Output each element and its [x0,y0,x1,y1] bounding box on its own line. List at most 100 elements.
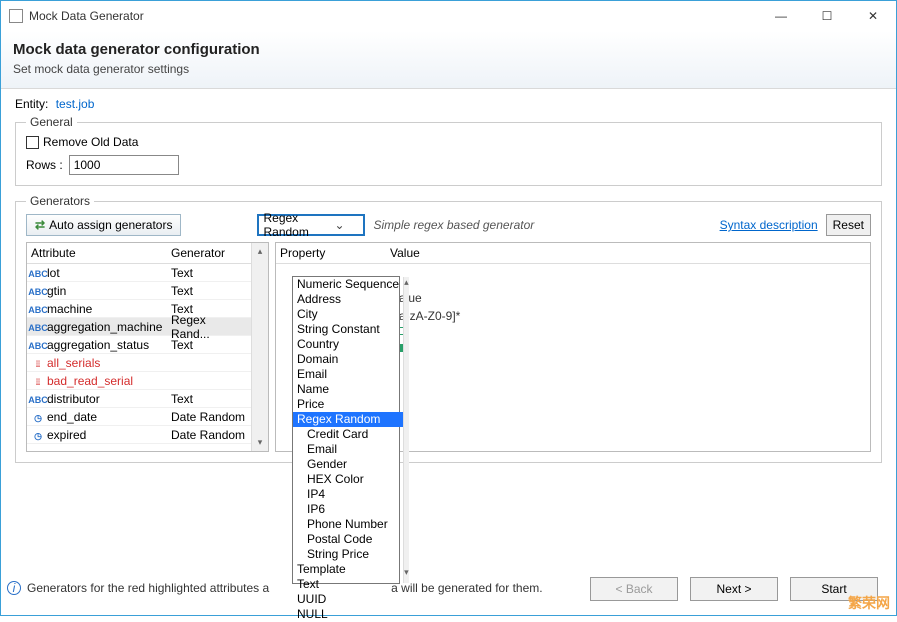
dropdown-item[interactable]: Template [293,562,403,577]
dropdown-item[interactable]: NULL [293,607,403,622]
reset-button[interactable]: Reset [826,214,871,236]
dropdown-item[interactable]: IP6 [293,502,403,517]
table-row[interactable]: ABCaggregation_machineRegex Rand... [27,318,251,336]
dropdown-item[interactable]: Text [293,577,403,592]
generator-value [167,360,251,366]
table-row[interactable]: ABCgtin Text [27,282,251,300]
dropdown-item[interactable]: Phone Number [293,517,403,532]
text-type-icon: ABC [31,269,45,279]
chevron-down-icon: ⌄ [311,218,363,232]
maximize-button[interactable]: ☐ [804,1,850,31]
attributes-header: Attribute Generator [27,243,251,264]
col-property[interactable]: Property [276,243,386,263]
text-type-icon: ABC [31,287,45,297]
attribute-name: all_serials [47,356,100,370]
table-row[interactable]: ABCdistributor Text [27,390,251,408]
dropdown-item[interactable]: Name [293,382,403,397]
dropdown-item[interactable]: Numeric Sequence [293,277,403,292]
general-fieldset: General Remove Old Data Rows : [15,115,882,186]
dropdown-item[interactable]: Postal Code [293,532,403,547]
entity-link[interactable]: test.job [56,97,95,111]
generator-value: Text [167,389,251,409]
scroll-down-icon[interactable]: ▾ [252,434,268,451]
assign-icon: ⇄ [35,218,45,232]
attribute-name: gtin [47,284,66,298]
scroll-up-icon[interactable]: ▴ [252,243,268,260]
table-row[interactable]: ABClotText [27,264,251,282]
attribute-name: aggregation_status [47,338,149,352]
col-attribute[interactable]: Attribute [27,243,167,263]
attribute-name: end_date [47,410,97,424]
general-legend: General [26,115,77,129]
dropdown-item[interactable]: Email [293,367,403,382]
generator-value: Date Random [167,425,251,445]
page-subtitle: Set mock data generator settings [13,62,884,76]
dropdown-item[interactable]: Country [293,337,403,352]
table-row[interactable]: ABCaggregation_status Text [27,336,251,354]
dialog-header: Mock data generator configuration Set mo… [1,31,896,89]
titlebar: Mock Data Generator — ☐ ✕ [1,1,896,31]
col-generator[interactable]: Generator [167,243,251,263]
attribute-name: expired [47,428,86,442]
generators-fieldset: Generators ⇄ Auto assign generators Rege… [15,194,882,463]
dropdown-item[interactable]: Email [293,442,403,457]
col-value[interactable]: Value [386,243,424,263]
remove-old-checkbox[interactable] [26,136,39,149]
scroll-down-icon[interactable]: ▾ [404,567,409,583]
window-controls: — ☐ ✕ [758,1,896,31]
attribute-name: distributor [47,392,100,406]
generator-value: Text [167,335,251,355]
properties-header: Property Value [276,243,870,264]
array-type-icon: ⦙⦙ [31,377,45,387]
generator-dropdown[interactable]: Numeric SequenceAddressCityString Consta… [292,276,400,584]
next-button[interactable]: Next > [690,577,778,601]
generator-value: Text [167,281,251,301]
rows-input[interactable] [69,155,179,175]
watermark: 繁荣网 [848,593,890,613]
array-type-icon: ⦙⦙ [31,359,45,369]
remove-old-label: Remove Old Data [43,135,138,149]
dropdown-item[interactable]: Gender [293,457,403,472]
minimize-button[interactable]: — [758,1,804,31]
table-row[interactable]: ⦙⦙all_serials [27,354,251,372]
date-type-icon: ◷ [31,413,45,423]
generator-value [167,378,251,384]
info-icon: i [7,581,21,595]
dropdown-item[interactable]: String Constant [293,322,403,337]
close-button[interactable]: ✕ [850,1,896,31]
dropdown-item[interactable]: UUID [293,592,403,607]
generator-type-combo[interactable]: Regex Random ⌄ [257,214,365,236]
text-type-icon: ABC [31,323,45,333]
dropdown-item[interactable]: Address [293,292,403,307]
text-type-icon: ABC [31,395,45,405]
generator-description: Simple regex based generator [373,218,534,232]
date-type-icon: ◷ [31,431,45,441]
generators-legend: Generators [26,194,94,208]
auto-assign-button[interactable]: ⇄ Auto assign generators [26,214,181,236]
app-icon [9,9,23,23]
entity-label: Entity: [15,97,48,111]
dropdown-item[interactable]: Domain [293,352,403,367]
dropdown-scrollbar[interactable]: ▴ ▾ [403,277,409,583]
table-row[interactable]: ⦙⦙bad_read_serial [27,372,251,390]
dropdown-item[interactable]: HEX Color [293,472,403,487]
syntax-description-link[interactable]: Syntax description [720,218,818,232]
dropdown-item[interactable]: String Price [293,547,403,562]
scroll-up-icon[interactable]: ▴ [404,277,409,293]
text-type-icon: ABC [31,341,45,351]
table-row[interactable]: ◷expired Date Random [27,426,251,444]
dropdown-item[interactable]: Credit Card [293,427,403,442]
dropdown-item[interactable]: City [293,307,403,322]
generator-value: Text [167,263,251,283]
text-type-icon: ABC [31,305,45,315]
attributes-table: Attribute Generator ABClotTextABCgtinTex… [26,242,269,452]
attributes-scrollbar[interactable]: ▴ ▾ [251,243,268,451]
dropdown-item[interactable]: IP4 [293,487,403,502]
wizard-footer: < Back Next > Start [590,577,878,601]
window-title: Mock Data Generator [29,9,758,23]
table-row[interactable]: ◷end_dateDate Random [27,408,251,426]
page-title: Mock data generator configuration [13,41,884,58]
dropdown-item[interactable]: Price [293,397,403,412]
attribute-name: aggregation_machine [47,320,162,334]
dropdown-item[interactable]: Regex Random [293,412,403,427]
